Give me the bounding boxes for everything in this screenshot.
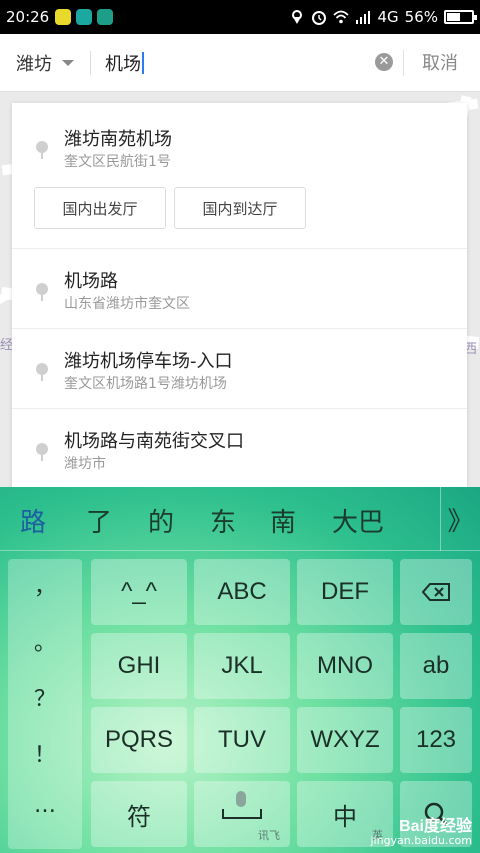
key-symbols[interactable]: 符 xyxy=(91,781,187,847)
space-icon xyxy=(222,809,262,819)
suggestion-item[interactable]: 机场路与南苑街交叉口 潍坊市 xyxy=(12,409,467,489)
punctuation-column[interactable]: ， 。 ？ ！ … xyxy=(8,559,82,849)
key-def[interactable]: DEF xyxy=(297,559,393,625)
key-emoticon[interactable]: ^_^ xyxy=(91,559,187,625)
key-abc[interactable]: ABC xyxy=(194,559,290,625)
status-bar: 20:26 4G 56% xyxy=(0,0,480,34)
backspace-key[interactable] xyxy=(400,559,472,625)
location-pin-icon xyxy=(36,363,48,381)
lang-primary: 中 xyxy=(333,803,357,831)
dropdown-triangle-icon xyxy=(62,59,74,66)
suggestion-list: 潍坊南苑机场 奎文区民航街1号 国内出发厅 国内到达厅 机场路 山东省潍坊市奎文… xyxy=(12,103,467,487)
location-pin-icon xyxy=(36,283,48,301)
location-pin-icon xyxy=(36,443,48,461)
candidate-word[interactable]: 东 xyxy=(210,502,236,539)
suggestion-item[interactable]: 潍坊机场停车场-入口 奎文区机场路1号潍坊机场 xyxy=(12,329,467,409)
key-tuv[interactable]: TUV xyxy=(194,707,290,773)
suggestion-address: 奎文区民航街1号 xyxy=(64,154,171,170)
city-selector[interactable]: 潍坊 xyxy=(0,50,74,76)
signal-icon xyxy=(356,11,371,24)
more-candidates-button[interactable]: 》 xyxy=(440,487,480,551)
chip-departure-hall[interactable]: 国内出发厅 xyxy=(34,187,166,229)
backspace-icon xyxy=(421,583,450,601)
network-type: 4G xyxy=(377,8,399,26)
chip-arrival-hall[interactable]: 国内到达厅 xyxy=(174,187,306,229)
suggestion-item[interactable]: 潍坊南苑机场 奎文区民航街1号 国内出发厅 国内到达厅 xyxy=(12,103,467,249)
notification-app-icon xyxy=(55,9,72,25)
clear-icon[interactable]: ✕ xyxy=(375,53,393,71)
watermark-main: Bai度经验 xyxy=(399,818,472,835)
suggestion-title: 潍坊南苑机场 xyxy=(64,129,172,150)
baidu-jingyan-watermark: Bai度经验 jingyan.baidu.com xyxy=(370,818,472,848)
location-pin-icon xyxy=(36,141,48,159)
location-icon xyxy=(292,10,303,24)
candidate-word[interactable]: 南 xyxy=(270,502,296,539)
cancel-divider xyxy=(403,50,404,76)
suggestion-title: 潍坊机场停车场-入口 xyxy=(64,351,233,372)
candidate-word[interactable]: 的 xyxy=(148,502,174,539)
punct-comma[interactable]: ， xyxy=(8,569,82,601)
key-mno[interactable]: MNO xyxy=(297,633,393,699)
punct-exclaim[interactable]: ！ xyxy=(8,737,82,769)
candidate-word[interactable]: 了 xyxy=(86,502,112,539)
suggestion-address: 潍坊市 xyxy=(64,456,106,472)
search-bar: 潍坊 机场 ✕ 取消 xyxy=(0,34,480,92)
candidate-word[interactable]: 路 xyxy=(20,502,46,539)
space-key[interactable]: 讯飞 xyxy=(194,781,290,847)
battery-icon xyxy=(444,10,477,24)
battery-fill xyxy=(447,13,461,21)
suggestion-title: 机场路与南苑街交叉口 xyxy=(64,431,244,452)
candidate-word[interactable]: 大巴 xyxy=(332,502,384,539)
search-query-text: 机场 xyxy=(105,53,141,75)
key-numbers[interactable]: 123 xyxy=(400,707,472,773)
suggestion-address: 奎文区机场路1号潍坊机场 xyxy=(64,376,227,392)
notification-keyboard-icon xyxy=(76,9,93,25)
key-pqrs[interactable]: PQRS xyxy=(91,707,187,773)
watermark-sub: jingyan.baidu.com xyxy=(370,834,472,847)
space-brand-hint: 讯飞 xyxy=(258,830,280,842)
suggestion-address: 山东省潍坊市奎文区 xyxy=(64,296,190,312)
search-input[interactable]: 机场 xyxy=(105,50,144,76)
suggestion-item[interactable]: 机场路 山东省潍坊市奎文区 xyxy=(12,249,467,329)
search-divider xyxy=(90,50,91,75)
wifi-icon xyxy=(333,10,350,24)
key-wxyz[interactable]: WXYZ xyxy=(297,707,393,773)
key-jkl[interactable]: JKL xyxy=(194,633,290,699)
battery-percent: 56% xyxy=(404,8,438,26)
punct-period[interactable]: 。 xyxy=(8,625,82,657)
status-time: 20:26 xyxy=(6,8,50,26)
city-label: 潍坊 xyxy=(16,53,52,75)
punct-question[interactable]: ？ xyxy=(8,681,82,713)
key-latin[interactable]: ab xyxy=(400,633,472,699)
candidate-bar: 路 了 的 东 南 大巴 》 xyxy=(0,487,480,551)
microphone-icon xyxy=(236,791,246,807)
text-caret xyxy=(142,51,144,74)
alarm-icon xyxy=(312,11,327,25)
notification-gallery-icon xyxy=(97,9,114,25)
cancel-button[interactable]: 取消 xyxy=(422,49,458,75)
input-method-keyboard: 路 了 的 东 南 大巴 》 ， 。 ？ ！ … ^_^ ABC DEF GHI… xyxy=(0,487,480,853)
suggestion-title: 机场路 xyxy=(64,271,118,292)
punct-ellipsis[interactable]: … xyxy=(8,793,82,818)
key-ghi[interactable]: GHI xyxy=(91,633,187,699)
